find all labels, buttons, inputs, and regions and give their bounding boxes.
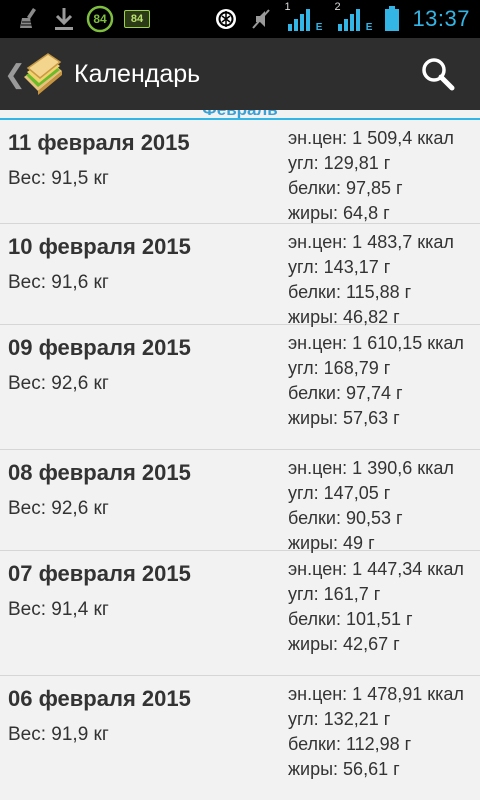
entry-carbs: угл: 132,21 г — [288, 709, 391, 729]
entry-date: 10 февраля 2015 — [8, 234, 191, 259]
muted-icon — [250, 7, 272, 31]
entry-weight: Вес: 92,6 кг — [8, 498, 109, 519]
entry-energy: эн.цен: 1 390,6 ккал — [288, 458, 454, 478]
entry-nutrition: эн.цен: 1 478,91 ккал угл: 132,21 г белк… — [288, 682, 478, 782]
status-clock: 13:37 — [412, 6, 470, 31]
entry-nutrition: эн.цен: 1 509,4 ккал угл: 129,81 г белки… — [288, 126, 478, 226]
battery-badge-value: 84 — [130, 13, 144, 25]
net1-label: E — [315, 22, 323, 33]
list-item[interactable]: 09 февраля 2015 Вес: 92,6 кг эн.цен: 1 6… — [0, 325, 480, 450]
entry-protein: белки: 97,74 г — [288, 383, 403, 403]
entry-date: 07 февраля 2015 — [8, 561, 191, 586]
entry-date: 11 февраля 2015 — [8, 130, 190, 155]
entry-energy: эн.цен: 1 478,91 ккал — [288, 684, 464, 704]
entry-protein: белки: 115,88 г — [288, 282, 412, 302]
up-caret-icon[interactable]: ❮ — [4, 61, 26, 87]
entry-nutrition: эн.цен: 1 610,15 ккал угл: 168,79 г белк… — [288, 331, 478, 431]
list-item[interactable]: 08 февраля 2015 Вес: 92,6 кг эн.цен: 1 3… — [0, 450, 480, 553]
download-icon — [52, 6, 76, 32]
entry-fat: жиры: 42,67 г — [288, 634, 400, 654]
entry-date: 08 февраля 2015 — [8, 460, 191, 485]
list-item[interactable]: 06 февраля 2015 Вес: 91,9 кг эн.цен: 1 4… — [0, 676, 480, 800]
entry-protein: белки: 97,85 г — [288, 178, 403, 198]
entry-protein: белки: 101,51 г — [288, 609, 413, 629]
broom-icon — [16, 6, 42, 32]
entry-nutrition: эн.цен: 1 483,7 ккал угл: 143,17 г белки… — [288, 230, 478, 330]
entry-nutrition: эн.цен: 1 447,34 ккал угл: 161,7 г белки… — [288, 557, 478, 657]
entry-protein: белки: 112,98 г — [288, 734, 412, 754]
day-list: 11 февраля 2015 Вес: 91,5 кг эн.цен: 1 5… — [0, 120, 480, 800]
battery-circle-value: 84 — [93, 12, 107, 26]
signal-icon: 2 E — [334, 1, 373, 33]
entry-weight: Вес: 91,4 кг — [8, 599, 109, 620]
entry-date: 06 февраля 2015 — [8, 686, 191, 711]
net2-label: E — [365, 22, 373, 33]
battery-badge-icon: 84 — [124, 10, 150, 28]
status-bar: 84 84 1 E 2 E 13:37 — [0, 0, 480, 38]
entry-weight: Вес: 91,5 кг — [8, 168, 109, 189]
entry-date: 09 февраля 2015 — [8, 335, 191, 360]
action-bar: ❮ Календарь — [0, 38, 480, 110]
list-item[interactable]: 11 февраля 2015 Вес: 91,5 кг эн.цен: 1 5… — [0, 120, 480, 224]
entry-energy: эн.цен: 1 509,4 ккал — [288, 128, 454, 148]
entry-weight: Вес: 92,6 кг — [8, 373, 109, 394]
entry-carbs: угл: 129,81 г — [288, 153, 391, 173]
entry-fat: жиры: 57,63 г — [288, 408, 400, 428]
entry-energy: эн.цен: 1 447,34 ккал — [288, 559, 464, 579]
sync-icon — [214, 7, 238, 31]
entry-protein: белки: 90,53 г — [288, 508, 403, 528]
battery-circle-icon: 84 — [86, 5, 114, 33]
entry-energy: эн.цен: 1 610,15 ккал — [288, 333, 464, 353]
list-item[interactable]: 10 февраля 2015 Вес: 91,6 кг эн.цен: 1 4… — [0, 224, 480, 327]
signal-icon: 1 E — [284, 1, 323, 33]
entry-carbs: угл: 168,79 г — [288, 358, 391, 378]
entry-carbs: угл: 147,05 г — [288, 483, 391, 503]
sandwich-icon[interactable] — [20, 51, 66, 97]
entry-nutrition: эн.цен: 1 390,6 ккал угл: 147,05 г белки… — [288, 456, 478, 556]
list-item[interactable]: 07 февраля 2015 Вес: 91,4 кг эн.цен: 1 4… — [0, 551, 480, 676]
entry-weight: Вес: 91,9 кг — [8, 724, 109, 745]
battery-icon — [384, 6, 400, 32]
entry-energy: эн.цен: 1 483,7 ккал — [288, 232, 454, 252]
page-title: Календарь — [74, 59, 201, 88]
entry-carbs: угл: 161,7 г — [288, 584, 381, 604]
search-icon[interactable] — [418, 54, 458, 94]
entry-fat: жиры: 64,8 г — [288, 203, 390, 223]
entry-fat: жиры: 56,61 г — [288, 759, 400, 779]
entry-weight: Вес: 91,6 кг — [8, 272, 109, 293]
entry-carbs: угл: 143,17 г — [288, 257, 391, 277]
